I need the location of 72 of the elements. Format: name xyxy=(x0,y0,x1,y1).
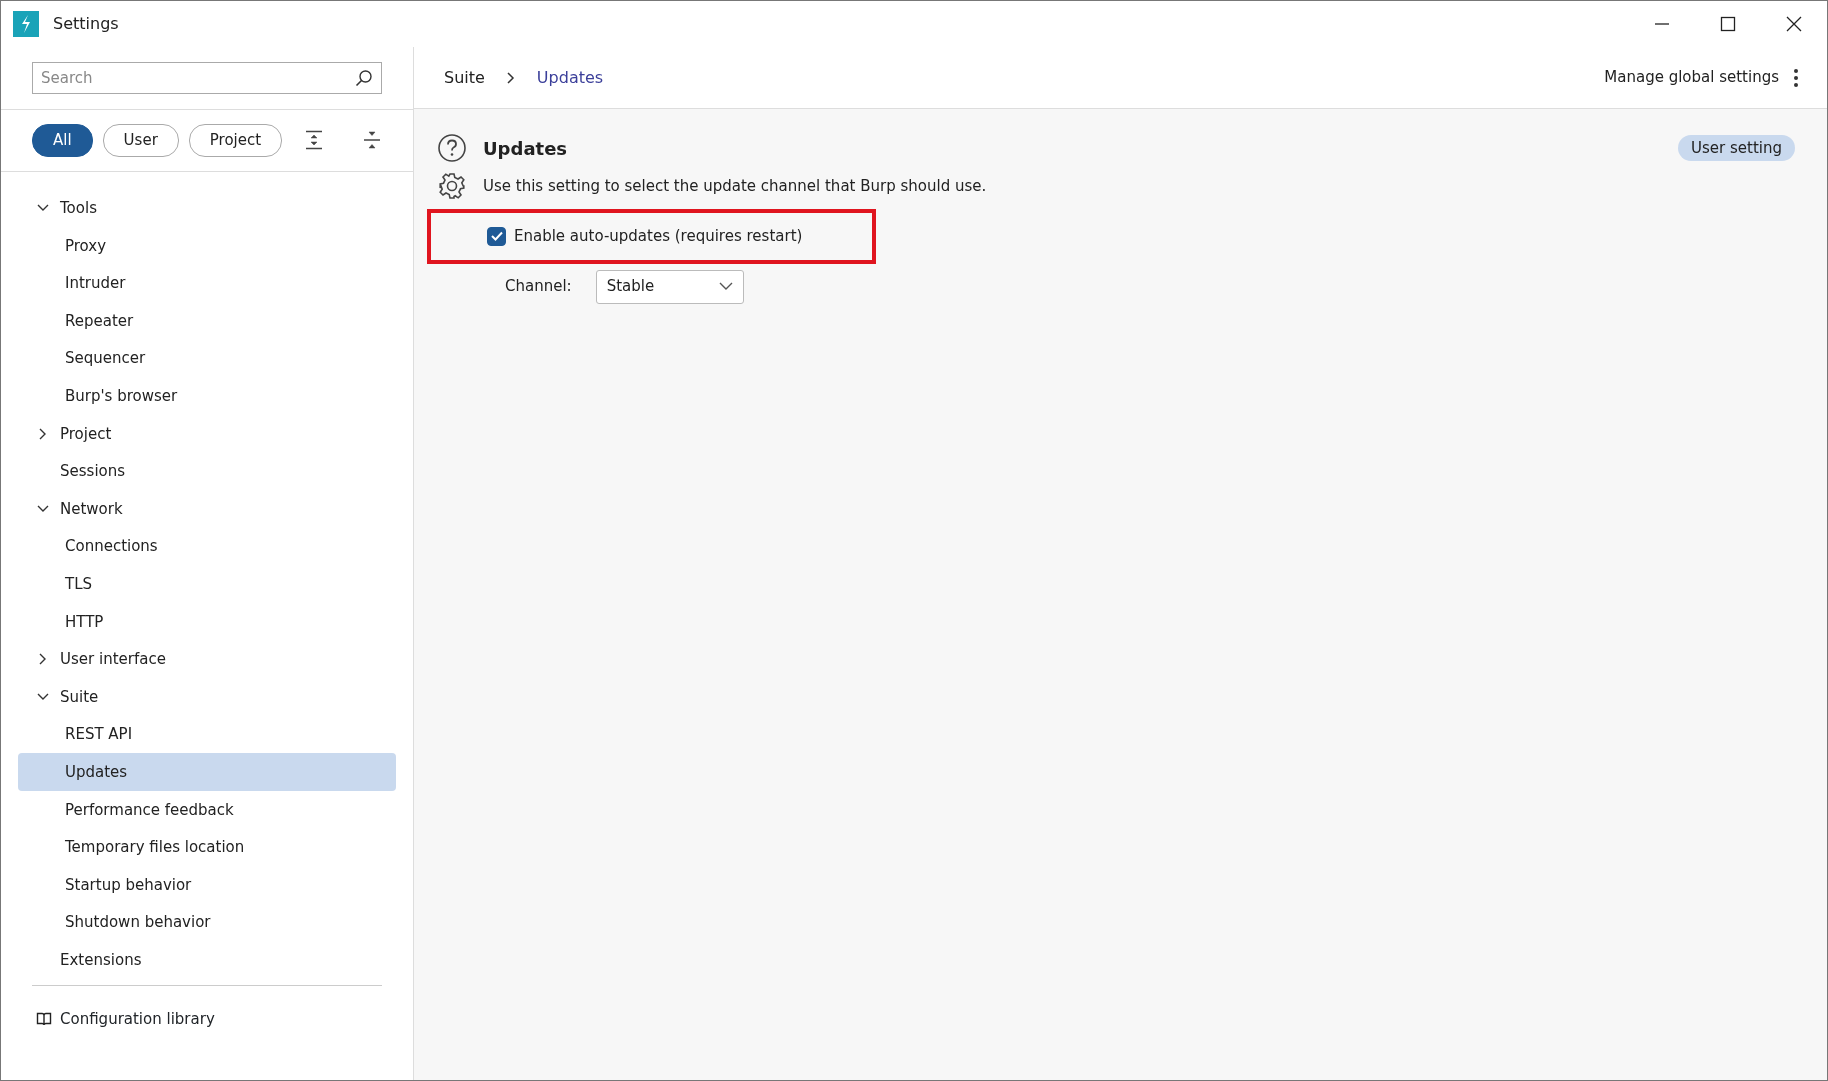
tree-item[interactable]: Performance feedback xyxy=(18,791,396,829)
tree-item-label: HTTP xyxy=(65,611,104,633)
expand-all-icon[interactable] xyxy=(304,130,324,151)
tree-item[interactable]: Repeater xyxy=(18,302,396,340)
tree-item-label: Network xyxy=(60,498,123,520)
tree-item[interactable]: Shutdown behavior xyxy=(18,903,396,942)
tree-item-label: Burp's browser xyxy=(65,386,178,407)
tree-item-label: Shutdown behavior xyxy=(65,912,211,934)
tree-item-label: Updates xyxy=(65,761,128,783)
tree-item[interactable]: Network xyxy=(18,490,396,528)
tree-item-label: Sessions xyxy=(60,461,126,483)
breadcrumb-link[interactable]: Updates xyxy=(536,65,604,90)
tree-item-label: Sequencer xyxy=(65,348,146,370)
tree-item-label: REST API xyxy=(65,724,133,746)
tree-item[interactable]: Project xyxy=(18,415,396,453)
user-setting-badge: User setting xyxy=(1678,134,1795,162)
window-title: Settings xyxy=(53,13,119,35)
lightning-icon xyxy=(19,14,33,34)
tree-item[interactable]: Startup behavior xyxy=(18,866,396,904)
gear-icon xyxy=(437,171,467,201)
channel-label: Channel: xyxy=(505,276,572,298)
tree-item[interactable]: Proxy xyxy=(18,227,396,265)
tree-item[interactable]: REST API xyxy=(18,715,396,754)
tree-item-label: Tools xyxy=(60,198,97,220)
checkbox-label: Enable auto-updates (requires restart) xyxy=(514,226,803,247)
minimize-icon xyxy=(1654,23,1670,25)
tree-item[interactable]: Tools xyxy=(18,189,396,228)
tree-item-label: Extensions xyxy=(60,949,142,971)
chevron-down-icon xyxy=(718,282,733,291)
tree-item[interactable]: Burp's browser xyxy=(18,377,396,416)
help-icon xyxy=(437,133,467,163)
maximize-icon xyxy=(1720,16,1736,32)
filter-tab[interactable]: Project xyxy=(188,124,283,157)
collapse-all-icon[interactable] xyxy=(362,130,382,151)
tree-item-label: Project xyxy=(60,423,112,445)
tree-item-label: Proxy xyxy=(65,235,107,257)
tree-item[interactable]: User interface xyxy=(18,640,396,679)
tree-item[interactable]: Extensions xyxy=(18,941,396,979)
tree-item-label: Repeater xyxy=(65,310,134,332)
search-field[interactable]: Search xyxy=(32,62,382,94)
book-icon xyxy=(36,1010,52,1027)
tree-item[interactable]: HTTP xyxy=(18,603,396,641)
chevron-right-icon xyxy=(506,71,515,84)
tree-item[interactable]: Connections xyxy=(18,527,396,566)
tree-item-label: Connections xyxy=(65,536,158,558)
tree-item[interactable]: TLS xyxy=(18,565,396,604)
tree-item[interactable]: Suite xyxy=(18,678,396,716)
tree-item[interactable]: Sequencer xyxy=(18,339,396,378)
configuration-library-link[interactable]: Configuration library xyxy=(60,1007,215,1030)
breadcrumb-link[interactable]: Suite xyxy=(444,65,485,90)
section-description: Use this setting to select the update channel that Burp should use. xyxy=(483,175,987,197)
tree-item[interactable]: Temporary files location xyxy=(18,828,396,867)
filter-tab[interactable]: All xyxy=(32,124,93,157)
tree-item-label: User interface xyxy=(60,649,166,671)
tree-item-label: Startup behavior xyxy=(65,874,192,896)
more-options-icon[interactable] xyxy=(1793,67,1799,88)
search-icon xyxy=(355,69,373,87)
tree-item-label: TLS xyxy=(65,574,93,595)
tree-item-label: Performance feedback xyxy=(65,799,234,821)
tree-item[interactable]: Sessions xyxy=(18,452,396,491)
manage-global-settings-link[interactable]: Manage global settings xyxy=(1604,66,1779,89)
tree-item-label: Suite xyxy=(60,686,99,708)
tree-item[interactable]: Updates xyxy=(18,753,396,791)
tree-item[interactable]: Intruder xyxy=(18,264,396,303)
tree-item-label: Temporary files location xyxy=(65,837,245,859)
section-title: Updates xyxy=(483,136,568,161)
checkbox[interactable] xyxy=(487,226,506,246)
tree-item-label: Intruder xyxy=(65,273,126,295)
filter-tab[interactable]: User xyxy=(102,124,179,157)
close-icon xyxy=(1786,16,1802,32)
channel-dropdown[interactable]: Stable xyxy=(595,269,744,304)
checkmark-icon xyxy=(490,231,503,242)
